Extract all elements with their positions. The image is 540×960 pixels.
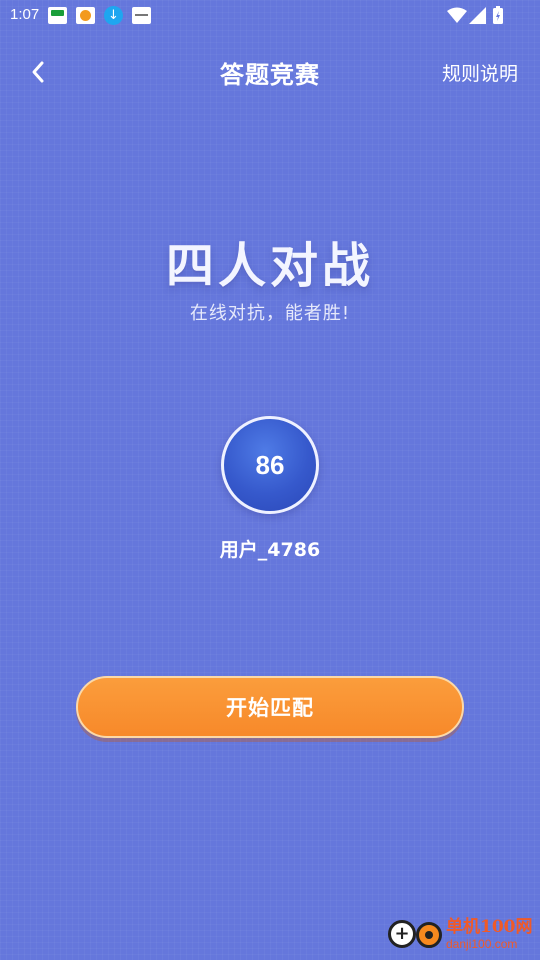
watermark-circle-icon [416,922,442,948]
player-avatar: 86 [221,416,319,514]
player-score: 86 [255,449,285,480]
status-time: 1:07 [10,6,40,23]
wifi-icon [447,7,467,23]
watermark-logo-icon [386,914,444,954]
app-notification-icon [48,7,67,24]
battery-icon [493,6,503,24]
download-icon [104,6,123,25]
app-notification-icon [132,7,151,24]
app-notification-icon [76,7,95,24]
watermark-circle-icon [388,920,416,948]
start-match-button[interactable]: 开始匹配 [76,676,464,738]
watermark: 单机100网 danji100.com [386,912,536,956]
status-bar: 1:07 [0,0,540,32]
mode-title: 四人对战 [165,238,374,294]
watermark-text: 单机100网 danji100.com [446,917,533,951]
watermark-name: 单机100网 [446,917,533,937]
watermark-url: danji100.com [446,937,518,951]
signal-icon [469,7,486,24]
mode-subtitle: 在线对抗，能者胜! [189,303,351,324]
player-name: 用户_4786 [219,539,321,561]
rules-link[interactable]: 规则说明 [442,59,518,86]
